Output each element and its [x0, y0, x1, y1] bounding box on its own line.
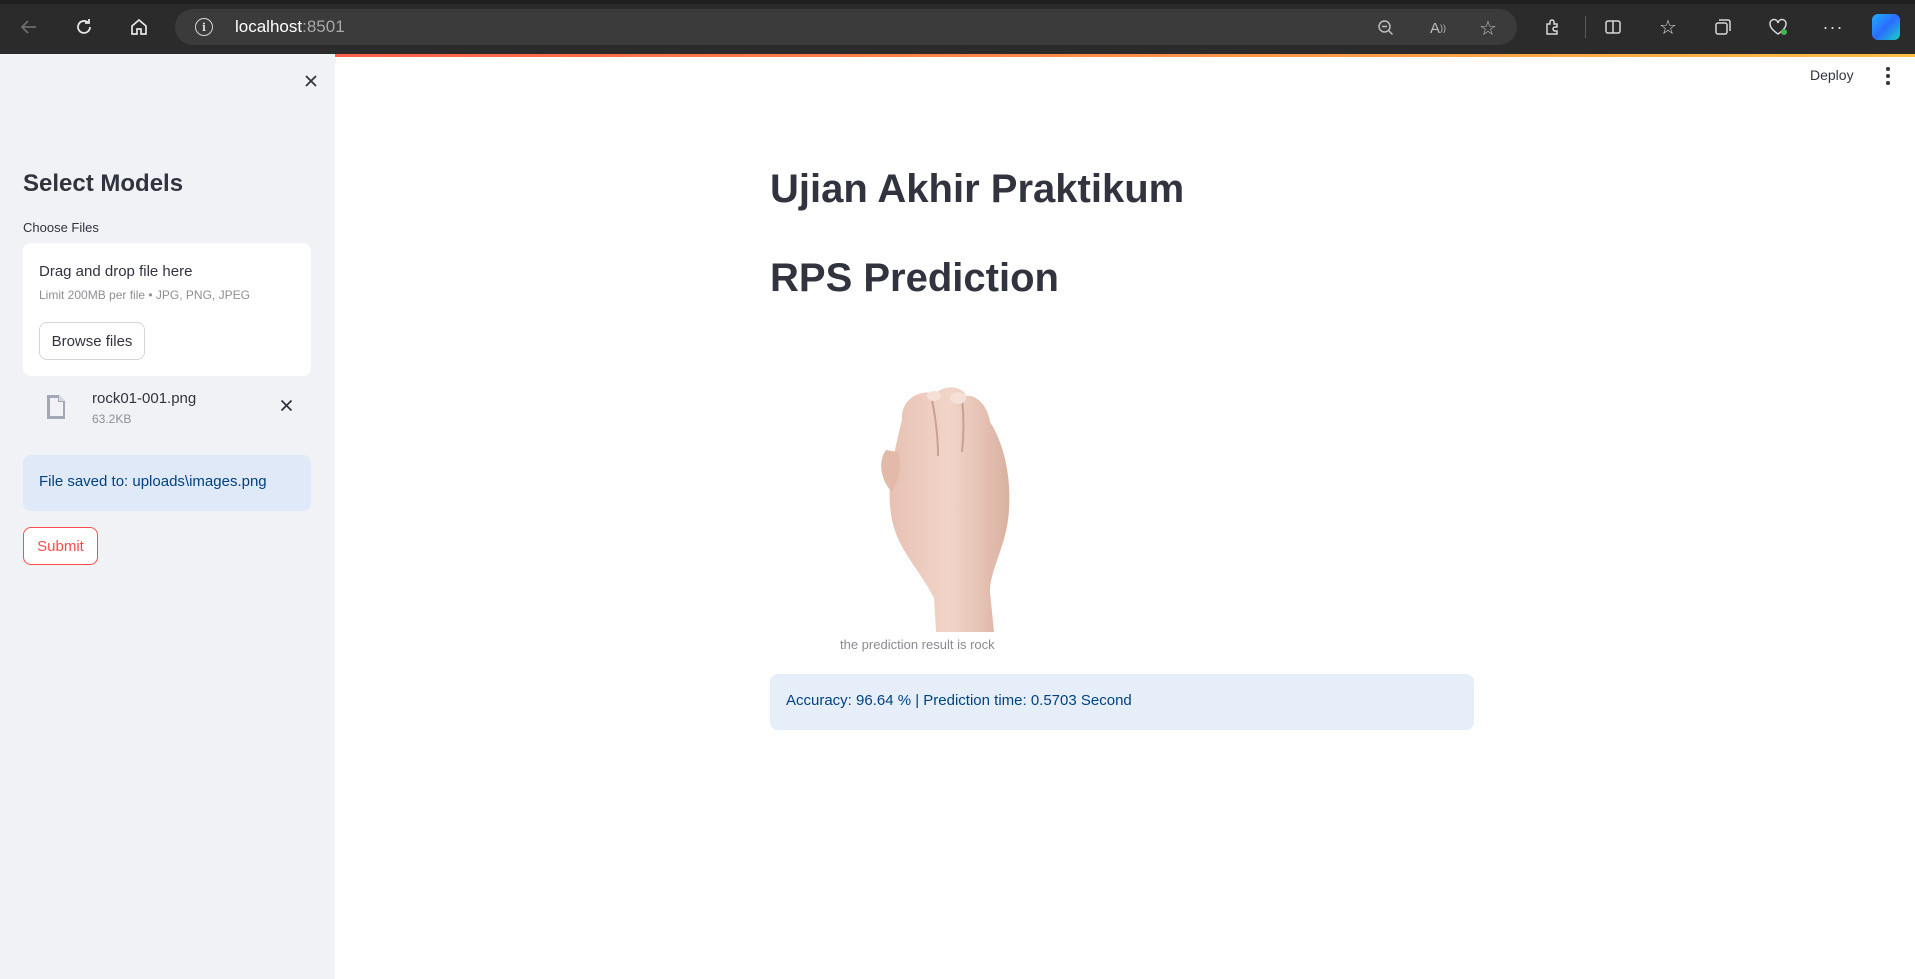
close-sidebar-icon[interactable]	[298, 68, 324, 94]
zoom-out-icon[interactable]	[1375, 17, 1397, 39]
browser-toolbar: i localhost:8501 A)) ☆ ☆ ···	[0, 0, 1915, 54]
address-bar[interactable]: i localhost:8501 A)) ☆	[175, 9, 1517, 45]
home-icon[interactable]	[124, 12, 154, 42]
file-dropzone[interactable]: Drag and drop file here Limit 200MB per …	[23, 243, 311, 376]
prediction-result-text: Accuracy: 96.64 % | Prediction time: 0.5…	[786, 692, 1132, 709]
dropzone-title: Drag and drop file here	[39, 263, 193, 280]
dropzone-limit: Limit 200MB per file • JPG, PNG, JPEG	[39, 288, 250, 302]
main-menu-icon[interactable]	[1878, 64, 1898, 88]
info-icon[interactable]: i	[195, 18, 213, 36]
file-size: 63.2KB	[92, 412, 132, 426]
more-icon[interactable]: ···	[1818, 12, 1848, 42]
prediction-image	[840, 360, 1070, 632]
streamlit-app: Select Models Choose Files Drag and drop…	[0, 54, 1915, 979]
file-saved-message: File saved to: uploads\images.png	[39, 473, 267, 490]
file-icon	[45, 394, 67, 420]
split-screen-icon[interactable]	[1598, 12, 1628, 42]
browse-files-button[interactable]: Browse files	[39, 322, 145, 360]
favorites-icon[interactable]: ☆	[1653, 12, 1683, 42]
sidebar: Select Models Choose Files Drag and drop…	[0, 54, 335, 979]
back-icon[interactable]	[14, 12, 44, 42]
url-text[interactable]: localhost:8501	[235, 17, 345, 37]
favorite-star-icon[interactable]: ☆	[1477, 17, 1499, 40]
browser-essentials-icon[interactable]	[1763, 12, 1793, 42]
reload-icon[interactable]	[69, 12, 99, 42]
collections-icon[interactable]	[1708, 12, 1738, 42]
deploy-button[interactable]: Deploy	[1810, 67, 1854, 83]
url-port: :8501	[302, 17, 345, 36]
uploader-label: Choose Files	[23, 220, 99, 235]
submit-button[interactable]: Submit	[23, 527, 98, 565]
toolbar-divider	[1585, 16, 1586, 38]
prediction-result-alert: Accuracy: 96.64 % | Prediction time: 0.5…	[770, 674, 1474, 730]
read-aloud-icon[interactable]: A))	[1427, 17, 1449, 39]
remove-file-icon[interactable]	[273, 392, 299, 418]
page-title: Ujian Akhir Praktikum	[770, 167, 1185, 211]
sidebar-title: Select Models	[23, 170, 184, 197]
file-saved-alert: File saved to: uploads\images.png	[23, 455, 311, 511]
file-name: rock01-001.png	[92, 390, 197, 407]
uploaded-file: rock01-001.png 63.2KB	[23, 386, 311, 436]
tab-strip	[0, 0, 1915, 4]
page-subtitle: RPS Prediction	[770, 256, 1059, 300]
extensions-icon[interactable]	[1538, 12, 1568, 42]
image-caption: the prediction result is rock	[840, 637, 995, 652]
copilot-icon[interactable]	[1872, 14, 1900, 40]
url-host: localhost	[235, 17, 303, 36]
